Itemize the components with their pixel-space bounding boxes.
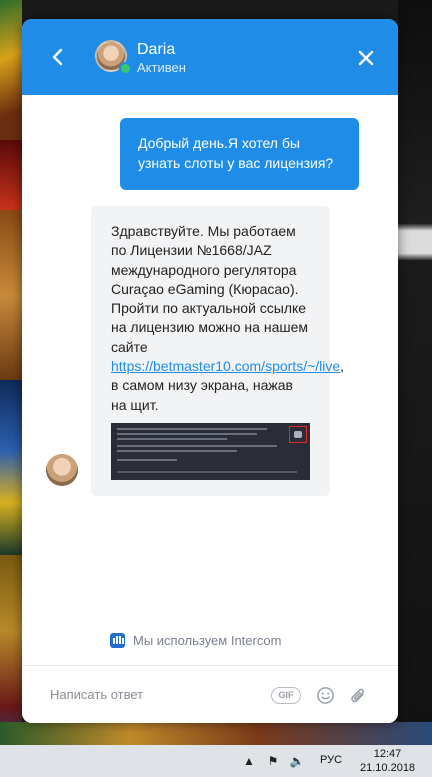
- user-message: Добрый день.Я хотел бы узнать слоты у ва…: [120, 118, 359, 190]
- page-scrollbar[interactable]: [398, 0, 432, 745]
- agent-message: Здравствуйте. Мы работаем по Лицензии №1…: [91, 206, 344, 496]
- game-tile[interactable]: [0, 555, 22, 745]
- chat-window: Daria Активен Добрый день.Я хотел бы узн…: [22, 19, 398, 723]
- agent-name: Daria: [137, 41, 176, 58]
- online-status-dot: [119, 62, 132, 75]
- windows-taskbar: ▲ ⚑ 🔈 РУС 12:47 21.10.2018: [0, 745, 432, 777]
- intercom-logo-icon: [110, 632, 125, 648]
- agent-avatar-small: [46, 454, 78, 486]
- flag-icon[interactable]: ⚑: [265, 754, 281, 768]
- clock-time: 12:47: [373, 748, 402, 760]
- chat-header: Daria Активен: [22, 19, 398, 95]
- shield-icon: [289, 426, 307, 443]
- agent-status: Активен: [137, 60, 186, 75]
- game-tile[interactable]: [0, 210, 22, 380]
- game-tile[interactable]: [0, 0, 22, 140]
- game-tile[interactable]: [0, 380, 22, 555]
- powered-by-intercom[interactable]: Мы используем Intercom: [110, 630, 281, 650]
- attached-screenshot[interactable]: [111, 423, 310, 480]
- arrow-left-icon: [52, 48, 63, 66]
- conversation[interactable]: Добрый день.Я хотел бы узнать слоты у ва…: [22, 95, 398, 665]
- emoji-icon: [317, 687, 334, 704]
- gif-button[interactable]: GIF: [271, 687, 301, 704]
- composer: Написать ответ GIF: [22, 665, 398, 723]
- agent-message-text: Здравствуйте. Мы работаем по Лицензии №1…: [111, 223, 308, 355]
- speaker-icon[interactable]: 🔈: [289, 754, 305, 768]
- back-button[interactable]: [46, 45, 70, 69]
- attach-button[interactable]: [349, 686, 368, 705]
- paperclip-icon: [351, 688, 364, 703]
- game-tile-row[interactable]: [0, 722, 432, 745]
- powered-by-text: Мы используем Intercom: [133, 632, 282, 648]
- game-tile[interactable]: [0, 140, 22, 210]
- emoji-button[interactable]: [316, 686, 335, 705]
- language-indicator[interactable]: РУС: [320, 754, 342, 766]
- clock-date: 21.10.2018: [360, 762, 416, 774]
- close-button[interactable]: [354, 46, 378, 70]
- chevron-up-icon[interactable]: ▲: [243, 754, 255, 768]
- reply-input[interactable]: Написать ответ: [50, 687, 143, 702]
- chat-scrollbar[interactable]: [389, 177, 394, 723]
- close-icon: [358, 50, 374, 66]
- clock[interactable]: 12:47 21.10.2018: [360, 747, 415, 775]
- license-link[interactable]: https://betmaster10.com/sports/~/live: [111, 358, 340, 374]
